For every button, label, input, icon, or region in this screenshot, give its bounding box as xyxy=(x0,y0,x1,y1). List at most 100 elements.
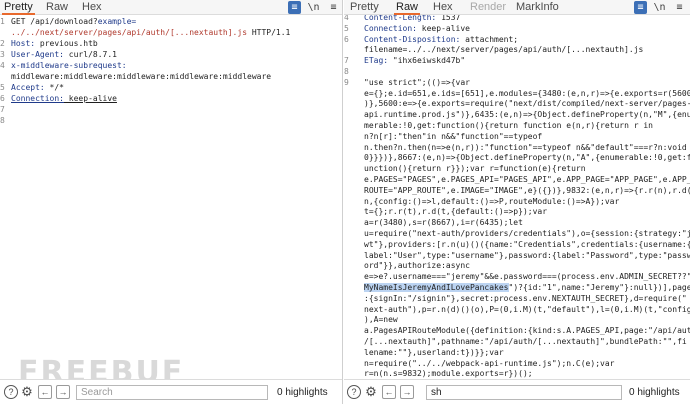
code-text: label:"User",type:"username"},password:{… xyxy=(364,250,690,261)
code-line: t={};r.r(t),r.d(t,{default:()=>p});var xyxy=(344,206,690,217)
code-line: wt"},providers:[r.n(u)()({name:"Credenti… xyxy=(344,239,690,250)
request-pane: Pretty Raw Hex ≡ \n ≡ 1 GET /api/download… xyxy=(0,0,343,404)
code-token: attachment; xyxy=(460,34,519,44)
code-token: n?n[r]:"then"in n&&"function"==typeof xyxy=(364,131,543,141)
code-text: n?n[r]:"then"in n&&"function"==typeof xyxy=(364,131,542,142)
line-number: 2 xyxy=(0,39,5,48)
code-line: 2 Host: previous.htb xyxy=(0,38,342,49)
newline-icon[interactable]: \n xyxy=(307,1,320,14)
next-match-icon[interactable]: → xyxy=(56,385,70,399)
code-line: /[...nextauth]",pathname:"/api/auth/[...… xyxy=(344,336,690,347)
code-line: next-auth"),p=r.n(d)()(o),P=(0,i.M)(t,"d… xyxy=(344,304,690,315)
code-line: ),A=new xyxy=(344,314,690,325)
code-token: )},5600:e=>{e.exports=require("next/dist… xyxy=(364,99,690,109)
newline-icon[interactable]: \n xyxy=(653,1,666,14)
code-line: e.PAGES="PAGES",e.PAGES_API="PAGES_API",… xyxy=(344,174,690,185)
tab-render[interactable]: Render xyxy=(470,0,506,15)
code-line: middleware:middleware:middleware:middlew… xyxy=(0,71,342,82)
tab-hex[interactable]: Hex xyxy=(82,0,102,15)
next-match-icon[interactable]: → xyxy=(400,385,414,399)
code-text: Connection: keep-alive xyxy=(11,93,117,104)
code-line: n?n[r]:"then"in n&&"function"==typeof xyxy=(344,131,690,142)
request-highlight-count: 0 highlights xyxy=(277,387,328,398)
code-line: n.then?n.then(n=>e(n,r)):"function"==typ… xyxy=(344,142,690,153)
tab-hex[interactable]: Hex xyxy=(433,0,453,15)
code-text: merable:!0,get:function(){return functio… xyxy=(364,120,653,131)
code-token: t={};r.r(t),r.d(t,{default:()=>p});var xyxy=(364,207,548,217)
code-line: unction(){return r}});var r=function(e){… xyxy=(344,163,690,174)
request-editor[interactable]: 1 GET /api/download?example= ../../next/se… xyxy=(0,15,342,379)
code-token: n,{config:()=>l,default:()=>P,routeModul… xyxy=(364,196,620,206)
code-text: a.PagesAPIRouteModule({definition:{kind:… xyxy=(364,325,690,336)
code-token: ord"}},authorize:async xyxy=(364,261,470,271)
wrap-toggle-icon[interactable]: ≡ xyxy=(634,1,647,14)
code-token: Connection: xyxy=(11,94,64,103)
code-line: 3 User-Agent: curl/8.7.1 xyxy=(0,49,342,60)
code-token: ),A=new xyxy=(364,315,398,325)
code-line: e=>e?.username==="jeremy"&&e.password===… xyxy=(344,271,690,282)
response-highlight-count: 0 highlights xyxy=(629,387,680,398)
code-token: Content-Length: xyxy=(364,15,437,22)
code-line: a=r(3480),s=r(8667),i=r(6435);let xyxy=(344,217,690,228)
line-number: 4 xyxy=(0,61,5,70)
tab-pretty[interactable]: Pretty xyxy=(350,0,379,15)
code-line: a.PagesAPIRouteModule({definition:{kind:… xyxy=(344,325,690,336)
settings-gear-icon[interactable]: ⚙ xyxy=(20,385,34,399)
code-line: e={};e.id=651,e.ids=[651],e.modules={348… xyxy=(344,88,690,99)
code-line: 4 Content-Length: 1537 xyxy=(344,15,690,23)
code-line: 5 Connection: keep-alive xyxy=(344,23,690,34)
line-number: 7 xyxy=(344,56,349,66)
tab-markinfo[interactable]: MarkInfo xyxy=(516,0,559,15)
code-text: Content-Length: 1537 xyxy=(364,15,460,23)
code-line: merable:!0,get:function(){return functio… xyxy=(344,120,690,131)
wrap-toggle-icon[interactable]: ≡ xyxy=(288,1,301,14)
request-search-bar: ? ⚙ ← → 0 highlights xyxy=(0,379,342,404)
code-line: u=require("next-auth/providers/credentia… xyxy=(344,228,690,239)
code-text: ROUTE="APP_ROUTE",e.IMAGE="IMAGE",e}({})… xyxy=(364,185,690,196)
code-line: )},5600:e=>{e.exports=require("next/dist… xyxy=(344,98,690,109)
code-text: User-Agent: curl/8.7.1 xyxy=(11,49,117,60)
code-token: x-middleware-subrequest: xyxy=(11,61,127,70)
menu-icon[interactable]: ≡ xyxy=(327,1,340,14)
code-token: Connection: xyxy=(364,23,417,33)
line-number: 8 xyxy=(344,67,349,76)
code-token: GET /api/download? xyxy=(11,17,98,26)
line-number: 4 xyxy=(344,15,349,22)
code-line: MyNameIsJeremyAndILovePancakes")?{id:"1"… xyxy=(344,282,690,293)
tab-raw[interactable]: Raw xyxy=(393,0,421,15)
request-search-input[interactable] xyxy=(76,385,268,400)
code-line: r=n(n.s=9832);module.exports=r})(); xyxy=(344,368,690,379)
help-icon[interactable]: ? xyxy=(347,385,361,399)
code-token: :{signIn:"/signin"},secret:process.env.N… xyxy=(364,293,687,303)
code-token: r=n(n.s=9832);module.exports=r})(); xyxy=(364,369,533,379)
response-editor[interactable]: 4 Content-Length: 1537 5 Connection: keep-a… xyxy=(344,15,690,379)
tab-pretty[interactable]: Pretty xyxy=(2,0,35,15)
code-token: Accept: xyxy=(11,83,45,92)
code-token: u=require("next-auth/providers/credentia… xyxy=(364,229,690,238)
line-number: 6 xyxy=(344,34,349,44)
code-token: Host: xyxy=(11,39,36,48)
code-token: n.then?n.then(n=>e(n,r)):"function"==typ… xyxy=(364,142,687,152)
settings-gear-icon[interactable]: ⚙ xyxy=(364,385,378,399)
line-number: 5 xyxy=(0,83,5,92)
code-token: previous.htb xyxy=(35,39,98,48)
previous-match-icon[interactable]: ← xyxy=(382,385,396,399)
code-token: 1537 xyxy=(436,15,461,22)
code-token: curl/8.7.1 xyxy=(63,50,117,59)
response-search-input[interactable] xyxy=(426,385,622,400)
code-text: wt"},providers:[r.n(u)()({name:"Credenti… xyxy=(364,239,690,250)
code-text: e={};e.id=651,e.ids=[651],e.modules={348… xyxy=(364,88,690,99)
tab-raw[interactable]: Raw xyxy=(46,0,68,15)
previous-match-icon[interactable]: ← xyxy=(38,385,52,399)
code-token: lename:""},userland:t})}};var xyxy=(364,347,504,357)
code-token: keep-alive xyxy=(63,94,117,103)
response-tabbar: Pretty Raw Hex Render MarkInfo ≡ \n ≡ xyxy=(344,0,690,15)
line-number: 3 xyxy=(0,50,5,59)
code-text: e.PAGES="PAGES",e.PAGES_API="PAGES_API",… xyxy=(364,174,690,185)
code-line: n=require("../../webpack-api-runtime.js"… xyxy=(344,358,690,369)
code-token: ")?{id:"1",name:"Jeremy"}:null})],pages xyxy=(508,283,690,292)
help-icon[interactable]: ? xyxy=(4,385,18,399)
code-token: merable:!0,get:function(){return functio… xyxy=(364,121,653,130)
code-text: e=>e?.username==="jeremy"&&e.password===… xyxy=(364,271,690,282)
menu-icon[interactable]: ≡ xyxy=(673,1,686,14)
